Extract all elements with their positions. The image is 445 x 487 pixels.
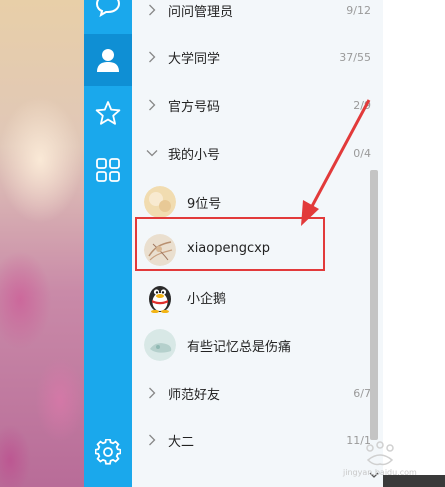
watermark-text: jingyan.baidu.com (343, 468, 417, 477)
annotation-arrow (301, 99, 371, 226)
